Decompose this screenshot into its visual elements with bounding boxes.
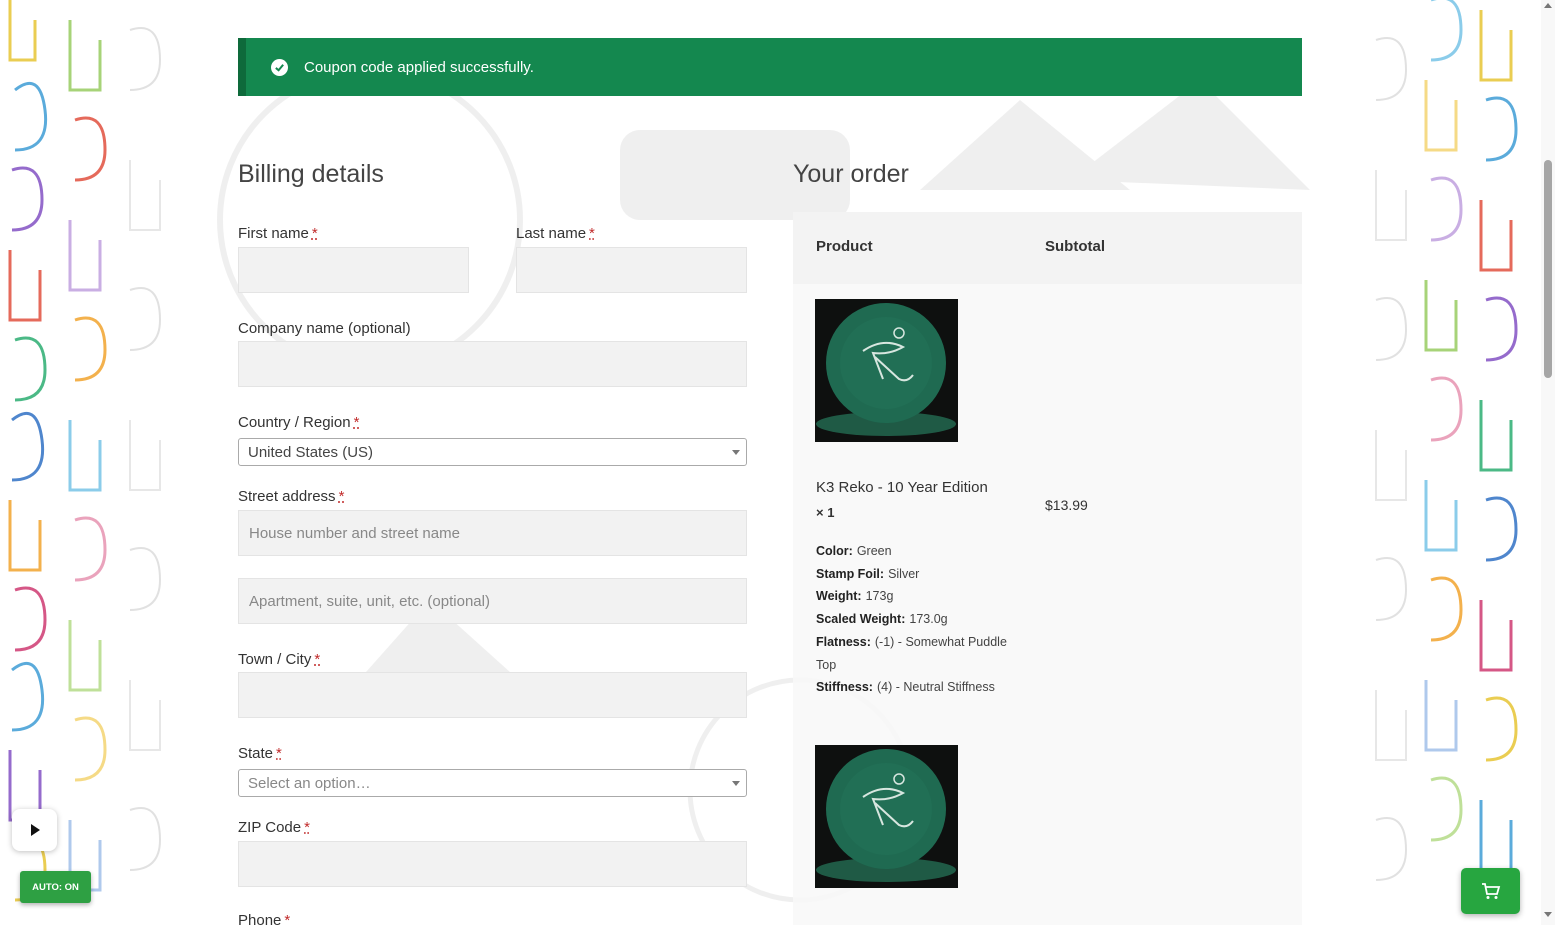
country-selected-value: United States (US)	[248, 443, 374, 461]
last-name-label: Last name *	[516, 225, 595, 242]
state-label: State *	[238, 745, 282, 762]
company-label: Company name (optional)	[238, 320, 411, 337]
scroll-up-icon[interactable]	[1544, 3, 1552, 8]
country-select[interactable]: United States (US)	[238, 438, 747, 466]
cart-button[interactable]	[1461, 868, 1520, 914]
meta-stiffness: Stiffness: (4) - Neutral Stiffness	[816, 680, 995, 695]
col-product-header: Product	[816, 238, 873, 255]
product-image[interactable]	[815, 745, 958, 888]
zip-input[interactable]	[238, 841, 747, 887]
meta-scaled-weight: Scaled Weight: 173.0g	[816, 612, 948, 627]
decorative-border-left	[0, 0, 185, 925]
play-button[interactable]	[12, 809, 57, 851]
city-input[interactable]	[238, 672, 747, 718]
first-name-label: First name *	[238, 225, 318, 242]
phone-label: Phone *	[238, 912, 291, 925]
street-label: Street address *	[238, 488, 345, 505]
dropdown-arrow-icon	[732, 781, 740, 786]
product-meta: Color: Green Stamp Foil: Silver Weight: 173…	[816, 540, 1016, 699]
coupon-success-notice: Coupon code applied successfully.	[238, 38, 1302, 96]
checkout-page: Coupon code applied successfully. Billin…	[0, 0, 1555, 925]
product-quantity: × 1	[816, 505, 835, 520]
dropdown-arrow-icon	[732, 450, 740, 455]
country-label: Country / Region *	[238, 414, 360, 431]
cart-icon	[1481, 883, 1500, 899]
state-select[interactable]: Select an option…	[238, 769, 747, 797]
apartment-input[interactable]: Apartment, suite, unit, etc. (optional)	[238, 578, 747, 624]
street-placeholder: House number and street name	[249, 524, 460, 542]
city-label: Town / City *	[238, 651, 321, 668]
meta-color: Color: Green	[816, 544, 892, 558]
meta-flatness: Flatness: (-1) - Somewhat Puddle Top	[816, 634, 1007, 672]
street-address-input[interactable]: House number and street name	[238, 510, 747, 556]
scrollbar-thumb[interactable]	[1544, 160, 1552, 378]
state-placeholder: Select an option…	[248, 774, 371, 792]
zip-label: ZIP Code *	[238, 819, 310, 836]
scroll-down-icon[interactable]	[1544, 912, 1552, 917]
meta-weight: Weight: 173g	[816, 589, 894, 604]
first-name-input[interactable]	[238, 247, 469, 293]
meta-stamp-foil: Stamp Foil: Silver	[816, 566, 920, 581]
billing-title: Billing details	[238, 160, 384, 188]
play-icon	[30, 824, 40, 836]
notice-message: Coupon code applied successfully.	[304, 58, 534, 76]
product-subtotal: $13.99	[1045, 497, 1088, 513]
product-image[interactable]	[815, 299, 958, 442]
product-name: K3 Reko - 10 Year Edition	[816, 479, 988, 496]
order-title: Your order	[793, 160, 909, 188]
auto-toggle-button[interactable]: AUTO: ON	[20, 871, 91, 903]
check-circle-icon	[271, 58, 288, 76]
apartment-placeholder: Apartment, suite, unit, etc. (optional)	[249, 592, 490, 610]
col-subtotal-header: Subtotal	[1045, 238, 1105, 255]
company-input[interactable]	[238, 341, 747, 387]
decorative-border-right	[1356, 0, 1541, 925]
last-name-input[interactable]	[516, 247, 747, 293]
page-scrollbar[interactable]	[1541, 0, 1555, 925]
